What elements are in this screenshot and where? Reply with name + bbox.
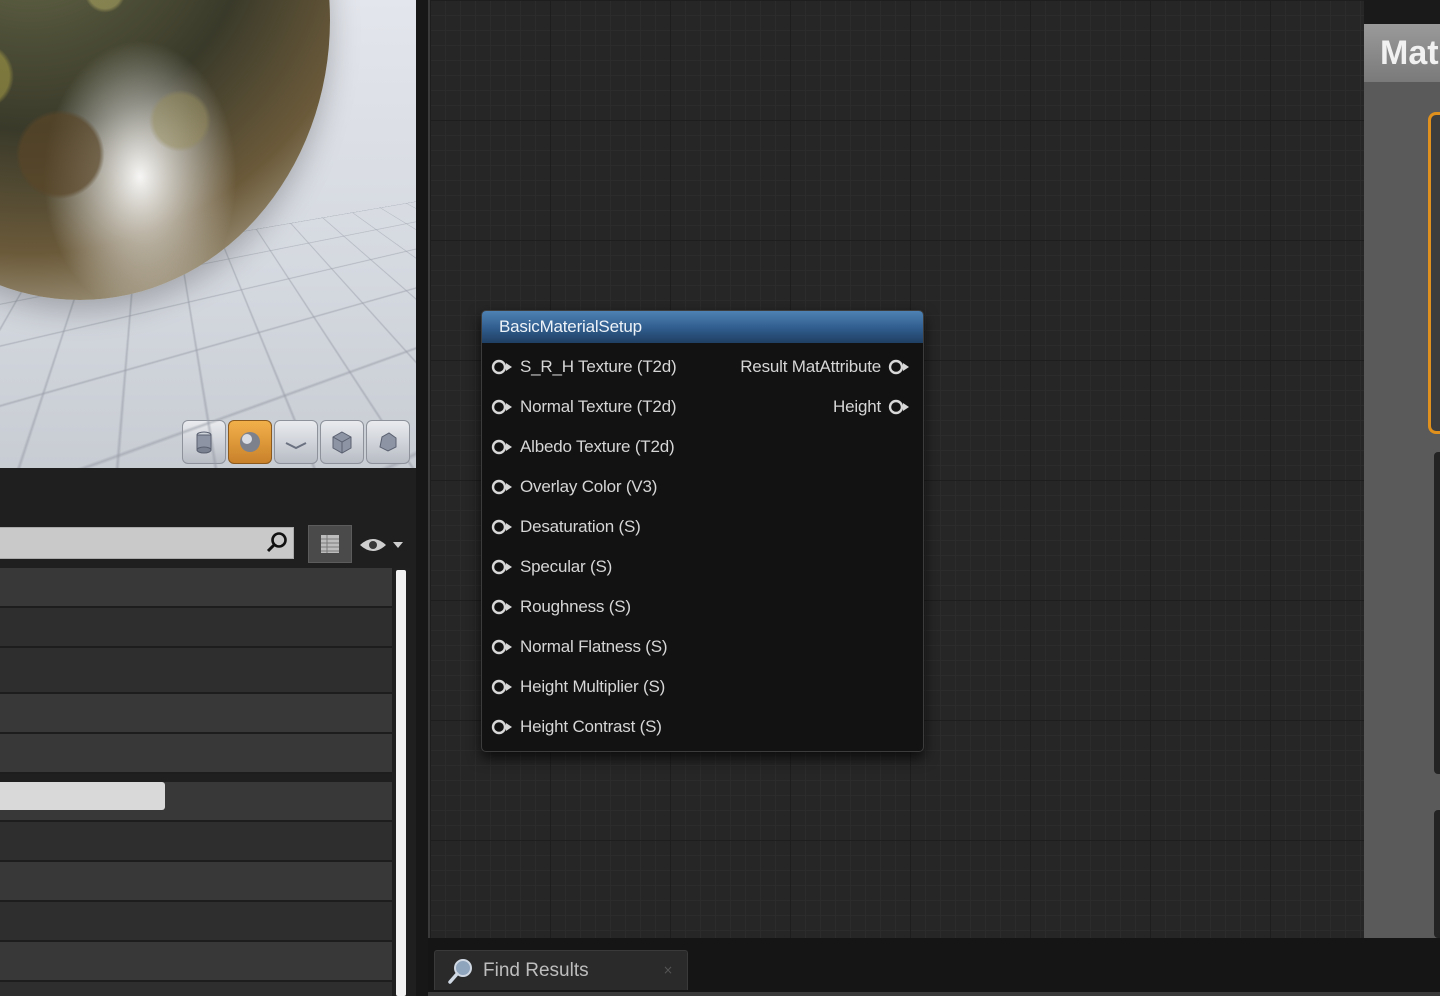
cylinder-button[interactable] xyxy=(182,420,226,464)
node-pin-row: Normal Texture (T2d) Height xyxy=(482,395,923,419)
collapsed-node[interactable] xyxy=(1434,810,1440,938)
pin-connector-icon xyxy=(888,359,909,375)
input-pin[interactable]: Height Contrast (S) xyxy=(490,715,662,739)
node-pin-row: Overlay Color (V3) xyxy=(482,475,923,499)
find-results-icon xyxy=(448,958,472,984)
chevron-down-icon xyxy=(393,542,403,548)
pin-connector-icon xyxy=(491,719,512,735)
pin-connector-icon xyxy=(888,399,909,415)
property-row[interactable] xyxy=(0,902,392,942)
pin-connector-icon xyxy=(491,439,512,455)
input-pin-label: Albedo Texture (T2d) xyxy=(520,437,675,456)
sphere-button[interactable] xyxy=(228,420,272,464)
details-search-field[interactable] xyxy=(0,527,294,559)
plane-icon xyxy=(285,442,307,450)
input-pin-label: Height Multiplier (S) xyxy=(520,677,666,696)
tab-label: Find Results xyxy=(483,959,589,981)
input-pin-label: Normal Flatness (S) xyxy=(520,637,668,656)
collapsed-node[interactable] xyxy=(1434,452,1440,774)
property-row[interactable] xyxy=(0,734,392,774)
output-pin-label: Result MatAttribute xyxy=(740,357,881,376)
cylinder-icon xyxy=(196,431,212,454)
pin-connector-icon xyxy=(491,359,512,375)
input-pin-label: Roughness (S) xyxy=(520,597,631,616)
scrollbar-thumb[interactable] xyxy=(396,570,406,996)
node-pin-row: Height Contrast (S) xyxy=(482,715,923,739)
node-pin-row: Albedo Texture (T2d) xyxy=(482,435,923,459)
input-pin[interactable]: Roughness (S) xyxy=(490,595,631,619)
eye-icon xyxy=(360,539,386,551)
input-pin-label: S_R_H Texture (T2d) xyxy=(520,357,677,376)
input-pin-label: Overlay Color (V3) xyxy=(520,477,658,496)
pin-connector-icon xyxy=(491,479,512,495)
property-row[interactable] xyxy=(0,648,392,694)
input-pin[interactable]: Height Multiplier (S) xyxy=(490,675,665,699)
input-pin[interactable]: S_R_H Texture (T2d) xyxy=(490,355,677,379)
input-pin-label: Desaturation (S) xyxy=(520,517,641,536)
view-options-button[interactable] xyxy=(358,533,410,557)
pin-connector-icon xyxy=(491,559,512,575)
pin-connector-icon xyxy=(491,399,512,415)
input-pin[interactable]: Normal Texture (T2d) xyxy=(490,395,676,419)
property-row[interactable] xyxy=(0,982,392,996)
details-search-row xyxy=(0,525,416,563)
pin-connector-icon xyxy=(491,679,512,695)
node-pin-row: Specular (S) xyxy=(482,555,923,579)
pin-connector-icon xyxy=(491,599,512,615)
preview-mesh-toolbar xyxy=(182,420,410,464)
input-pin[interactable]: Albedo Texture (T2d) xyxy=(490,435,675,459)
tab-find-results[interactable]: Find Results × xyxy=(434,950,688,990)
material-function-node[interactable]: BasicMaterialSetup S_R_H Texture (T2d) R… xyxy=(481,310,924,752)
cube-icon xyxy=(332,431,352,454)
pin-connector-icon xyxy=(491,639,512,655)
tab-bar-divider xyxy=(428,992,1440,996)
input-pin[interactable]: Overlay Color (V3) xyxy=(490,475,657,499)
selected-node-outline[interactable] xyxy=(1428,112,1440,434)
details-property-list xyxy=(0,568,392,996)
panel-splitter[interactable] xyxy=(416,0,428,996)
output-pin[interactable]: Height xyxy=(833,395,911,419)
node-title[interactable]: BasicMaterialSetup xyxy=(482,311,923,343)
input-pin[interactable]: Desaturation (S) xyxy=(490,515,641,539)
output-pin-label: Height xyxy=(833,397,881,416)
property-row[interactable] xyxy=(0,862,392,902)
property-row[interactable] xyxy=(0,568,392,608)
property-matrix-button[interactable] xyxy=(308,525,352,563)
property-row[interactable] xyxy=(0,822,392,862)
grid-list-icon xyxy=(321,535,339,553)
input-pin-label: Normal Texture (T2d) xyxy=(520,397,677,416)
close-icon[interactable]: × xyxy=(663,963,673,977)
input-pin-label: Height Contrast (S) xyxy=(520,717,662,736)
node-pin-row: S_R_H Texture (T2d) Result MatAttribute xyxy=(482,355,923,379)
cube-button[interactable] xyxy=(320,420,364,464)
property-row[interactable] xyxy=(0,694,392,734)
property-row[interactable] xyxy=(0,942,392,982)
details-scrollbar[interactable] xyxy=(394,568,410,996)
node-pin-row: Normal Flatness (S) xyxy=(482,635,923,659)
custom-mesh-button[interactable] xyxy=(366,420,410,464)
material-result-node-title[interactable]: Mat xyxy=(1364,24,1440,82)
node-pin-row: Desaturation (S) xyxy=(482,515,923,539)
property-row[interactable] xyxy=(0,782,392,822)
custom-mesh-icon xyxy=(379,432,397,452)
output-pin[interactable]: Result MatAttribute xyxy=(740,355,911,379)
node-pin-row: Height Multiplier (S) xyxy=(482,675,923,699)
plane-button[interactable] xyxy=(274,420,318,464)
pin-connector-icon xyxy=(491,519,512,535)
search-icon[interactable] xyxy=(265,531,289,555)
input-pin[interactable]: Specular (S) xyxy=(490,555,612,579)
input-pin[interactable]: Normal Flatness (S) xyxy=(490,635,668,659)
search-input[interactable] xyxy=(0,528,262,556)
sphere-icon xyxy=(240,432,260,452)
property-value-field[interactable] xyxy=(0,782,165,810)
property-row[interactable] xyxy=(0,608,392,648)
node-pin-row: Roughness (S) xyxy=(482,595,923,619)
material-preview-viewport[interactable] xyxy=(0,0,416,468)
input-pin-label: Specular (S) xyxy=(520,557,613,576)
